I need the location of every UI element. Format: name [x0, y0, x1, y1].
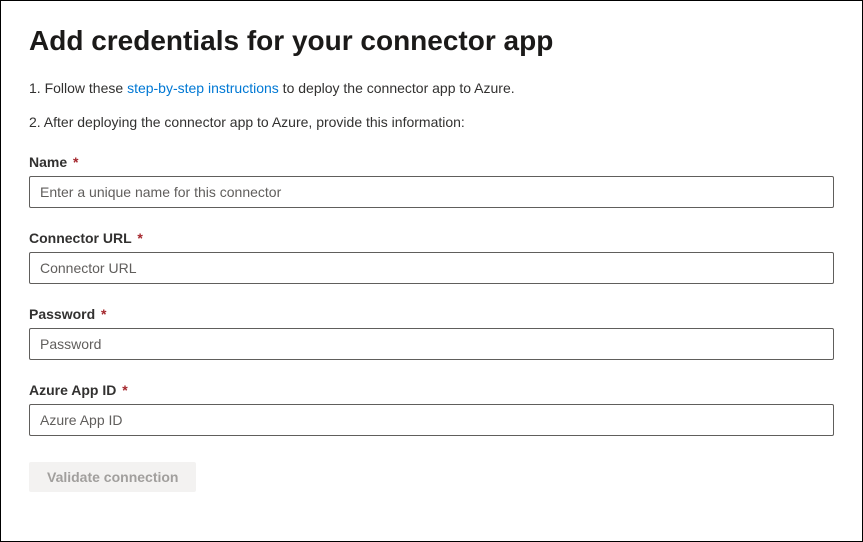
- label-text: Name: [29, 154, 67, 170]
- password-label: Password *: [29, 306, 834, 322]
- connector-url-input[interactable]: [29, 252, 834, 284]
- label-text: Azure App ID: [29, 382, 116, 398]
- azure-app-id-label: Azure App ID *: [29, 382, 834, 398]
- instruction-step-1: 1. Follow these step-by-step instruction…: [29, 79, 834, 99]
- password-input[interactable]: [29, 328, 834, 360]
- validate-connection-button[interactable]: Validate connection: [29, 462, 196, 492]
- required-indicator: *: [101, 306, 106, 322]
- required-indicator: *: [122, 382, 127, 398]
- page-title: Add credentials for your connector app: [29, 25, 834, 57]
- instruction-text: to deploy the connector app to Azure.: [279, 80, 515, 96]
- form-group-password: Password *: [29, 306, 834, 360]
- instruction-step-2: 2. After deploying the connector app to …: [29, 113, 834, 133]
- label-text: Password: [29, 306, 95, 322]
- form-group-connector-url: Connector URL *: [29, 230, 834, 284]
- connector-url-label: Connector URL *: [29, 230, 834, 246]
- form-group-azure-app-id: Azure App ID *: [29, 382, 834, 436]
- form-group-name: Name *: [29, 154, 834, 208]
- instructions-link[interactable]: step-by-step instructions: [127, 80, 279, 96]
- name-input[interactable]: [29, 176, 834, 208]
- label-text: Connector URL: [29, 230, 131, 246]
- required-indicator: *: [73, 154, 78, 170]
- azure-app-id-input[interactable]: [29, 404, 834, 436]
- name-label: Name *: [29, 154, 834, 170]
- instruction-text: 1. Follow these: [29, 80, 127, 96]
- required-indicator: *: [137, 230, 142, 246]
